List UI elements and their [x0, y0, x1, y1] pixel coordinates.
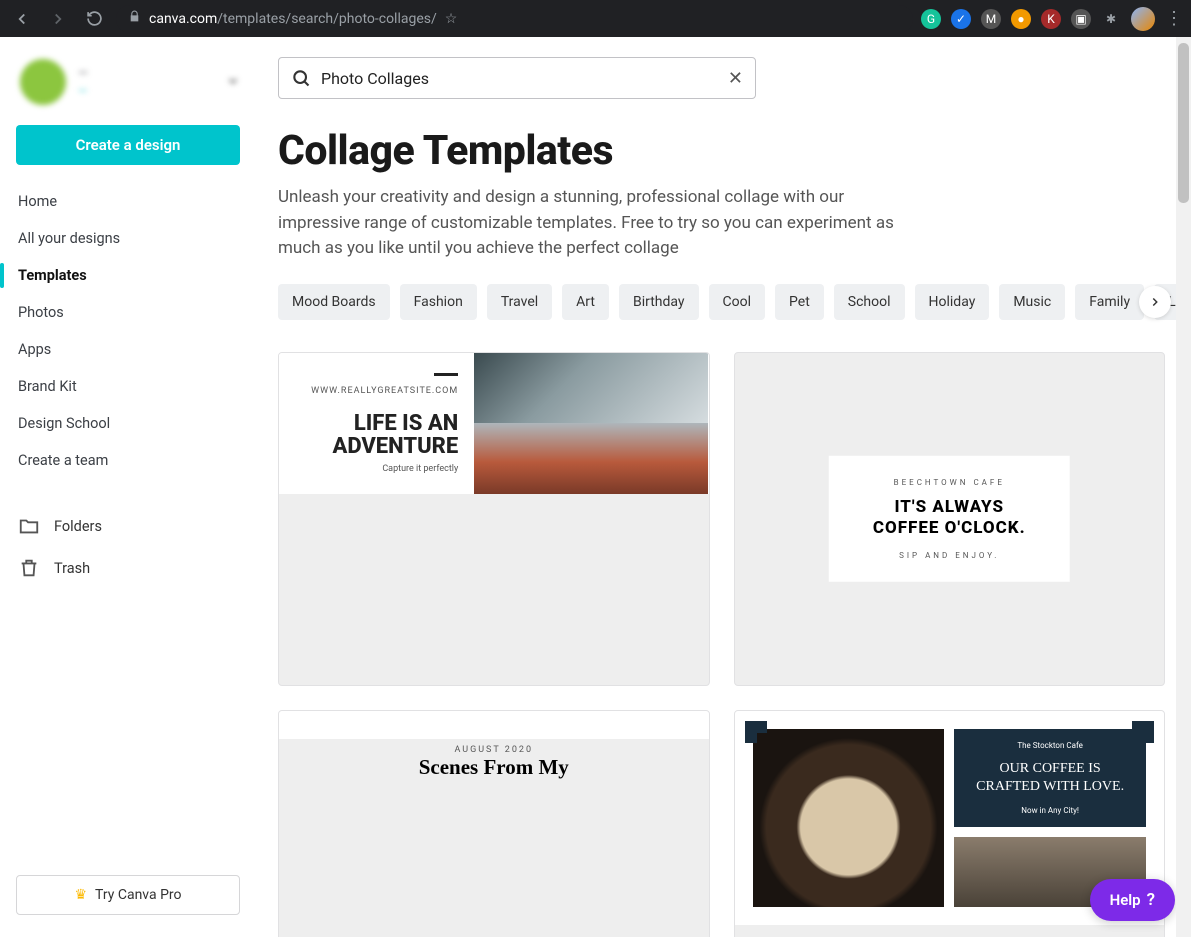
user-name: —: [78, 66, 214, 81]
profile-avatar-icon[interactable]: [1131, 7, 1155, 31]
templates-grid: WWW.REALLYGREATSITE.COM LIFE IS AN ADVEN…: [278, 352, 1165, 937]
template-text: IT'S ALWAYS COFFEE O'CLOCK.: [859, 496, 1040, 539]
back-button[interactable]: [8, 5, 36, 33]
chip-fashion[interactable]: Fashion: [400, 284, 477, 320]
template-text: SIP AND ENJOY.: [859, 551, 1040, 560]
sidebar-item-design-school[interactable]: Design School: [16, 405, 240, 442]
sidebar-item-templates[interactable]: Templates: [16, 257, 240, 294]
sidebar-trash[interactable]: Trash: [16, 547, 240, 589]
chip-school[interactable]: School: [834, 284, 905, 320]
sidebar-nav: HomeAll your designsTemplatesPhotosAppsB…: [16, 183, 240, 479]
sidebar-folders[interactable]: Folders: [16, 505, 240, 547]
extension-icons: G ✓ M ● K ▣ ✱ ⋮: [921, 7, 1183, 31]
sidebar-item-photos[interactable]: Photos: [16, 294, 240, 331]
user-info: — —: [78, 66, 214, 98]
extension-icon[interactable]: K: [1041, 9, 1061, 29]
try-pro-button[interactable]: ♛ Try Canva Pro: [16, 875, 240, 915]
help-button[interactable]: Help ?: [1090, 879, 1175, 921]
search-icon: [291, 68, 311, 88]
chevron-down-icon: [226, 73, 240, 92]
folders-label: Folders: [54, 518, 102, 535]
extension-icon[interactable]: G: [921, 9, 941, 29]
filter-chips: Mood Boards Fashion Travel Art Birthday CoolP…: [278, 284, 1165, 320]
trash-label: Trash: [54, 560, 90, 577]
sidebar: — — Create a design HomeAll your designs…: [0, 37, 256, 937]
template-text: The Stockton Cafe: [1017, 741, 1083, 750]
template-text: WWW.REALLYGREATSITE.COM: [311, 386, 458, 396]
template-text: Capture it perfectly: [382, 464, 458, 474]
help-icon: ?: [1147, 890, 1155, 910]
chip-mood-boards[interactable]: Mood Boards: [278, 284, 390, 320]
sidebar-item-brand-kit[interactable]: Brand Kit: [16, 368, 240, 405]
template-text: BEECHTOWN CAFE: [859, 477, 1040, 486]
pro-label: Try Canva Pro: [95, 887, 181, 903]
template-text: LIFE IS AN: [354, 412, 458, 435]
crown-icon: ♛: [74, 887, 87, 903]
chip-family[interactable]: Family: [1075, 284, 1144, 320]
extension-icon[interactable]: ▣: [1071, 9, 1091, 29]
search-input[interactable]: [321, 69, 718, 88]
account-switcher[interactable]: — —: [16, 55, 240, 119]
template-card[interactable]: AUGUST 2020 Scenes From My: [278, 710, 710, 937]
main-content: ✕ Collage Templates Unleash your creativ…: [256, 37, 1191, 937]
avatar: [20, 59, 66, 105]
template-text: AUGUST 2020: [279, 745, 709, 755]
extension-icon[interactable]: ●: [1011, 9, 1031, 29]
page-description: Unleash your creativity and design a stu…: [278, 185, 928, 262]
chip-art[interactable]: Art: [562, 284, 609, 320]
chips-scroll-right[interactable]: [1139, 286, 1171, 318]
chip-pet[interactable]: Pet: [775, 284, 824, 320]
overflow-menu-icon[interactable]: ⋮: [1165, 8, 1183, 29]
chip-music[interactable]: Music: [999, 284, 1065, 320]
reload-button[interactable]: [80, 5, 108, 33]
lock-icon: [128, 10, 141, 27]
browser-chrome: canva.com/templates/search/photo-collage…: [0, 0, 1191, 37]
extension-icon[interactable]: M: [981, 9, 1001, 29]
extension-icon[interactable]: ✱: [1101, 9, 1121, 29]
extension-icon[interactable]: ✓: [951, 9, 971, 29]
page-title: Collage Templates: [278, 127, 1165, 175]
sidebar-item-home[interactable]: Home: [16, 183, 240, 220]
sidebar-item-create-a-team[interactable]: Create a team: [16, 442, 240, 479]
chip-birthday[interactable]: Birthday: [619, 284, 699, 320]
scrollbar-thumb[interactable]: [1178, 43, 1189, 203]
template-text: Now in Any City!: [1021, 806, 1079, 815]
scrollbar[interactable]: [1176, 37, 1191, 937]
chip-holiday[interactable]: Holiday: [915, 284, 990, 320]
help-label: Help: [1110, 891, 1141, 909]
trash-icon: [18, 557, 40, 579]
search-bar[interactable]: ✕: [278, 57, 756, 99]
sidebar-item-apps[interactable]: Apps: [16, 331, 240, 368]
create-design-button[interactable]: Create a design: [16, 125, 240, 165]
user-subtitle: —: [78, 84, 214, 98]
template-card[interactable]: BEECHTOWN CAFE IT'S ALWAYS COFFEE O'CLOC…: [734, 352, 1166, 686]
template-text: Scenes From My: [279, 755, 709, 780]
template-text: OUR COFFEE IS CRAFTED WITH LOVE.: [966, 760, 1134, 796]
chip-travel[interactable]: Travel: [487, 284, 552, 320]
url-text: canva.com/templates/search/photo-collage…: [149, 11, 437, 27]
chip-cool[interactable]: Cool: [709, 284, 766, 320]
folder-icon: [18, 515, 40, 537]
clear-search-icon[interactable]: ✕: [728, 68, 743, 89]
sidebar-item-all-your-designs[interactable]: All your designs: [16, 220, 240, 257]
forward-button[interactable]: [44, 5, 72, 33]
star-icon[interactable]: ☆: [445, 11, 458, 27]
address-bar[interactable]: canva.com/templates/search/photo-collage…: [116, 5, 913, 33]
template-text: ADVENTURE: [332, 435, 458, 458]
template-card[interactable]: WWW.REALLYGREATSITE.COM LIFE IS AN ADVEN…: [278, 352, 710, 686]
chevron-right-icon: [1148, 295, 1162, 309]
